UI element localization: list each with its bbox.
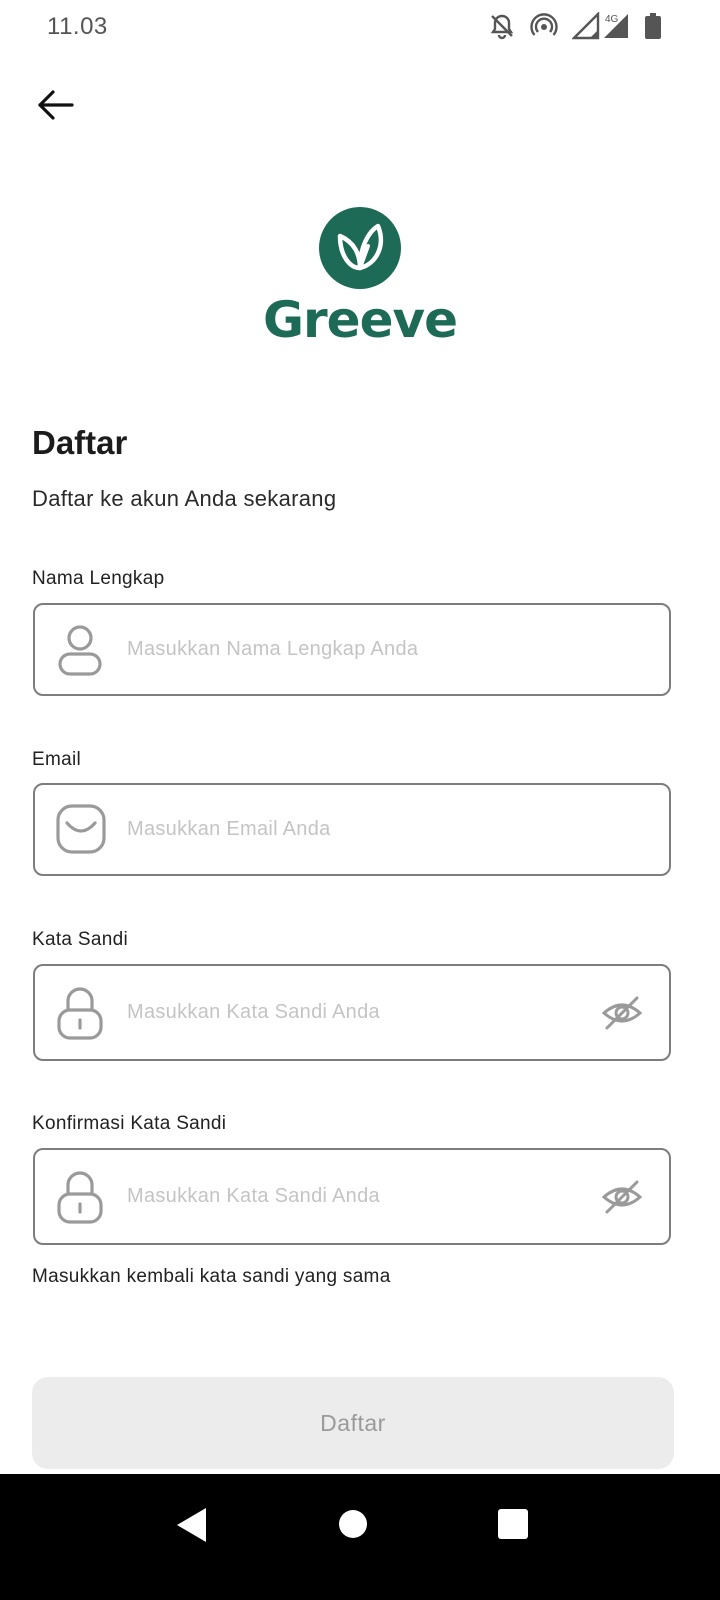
leaf-logo-icon	[318, 206, 402, 295]
signal-4g-icon: 4G	[605, 14, 619, 25]
password-visibility-toggle[interactable]	[601, 994, 643, 1037]
system-nav-bar	[0, 1474, 720, 1600]
back-button[interactable]	[34, 84, 76, 126]
register-button[interactable]: Daftar	[32, 1377, 674, 1469]
page-subtitle: Daftar ke akun Anda sekarang	[32, 486, 337, 511]
mail-icon	[55, 803, 107, 862]
confirm-password-field[interactable]	[33, 1148, 671, 1245]
back-triangle-icon	[177, 1508, 206, 1542]
app-logo: Greeve	[0, 206, 720, 349]
recents-square-icon	[498, 1509, 528, 1539]
person-icon	[55, 623, 105, 684]
home-circle-icon	[339, 1510, 367, 1538]
password-input[interactable]	[127, 966, 599, 1059]
lock-icon	[55, 1170, 105, 1231]
status-icons: 4G	[488, 12, 662, 40]
battery-icon	[644, 12, 662, 40]
email-label: Email	[32, 749, 82, 770]
status-bar: 11.03 4G	[0, 0, 720, 56]
full-name-field[interactable]	[33, 603, 671, 696]
full-name-label: Nama Lengkap	[32, 568, 165, 589]
confirm-password-helper: Masukkan kembali kata sandi yang sama	[32, 1266, 391, 1287]
nav-recents-button[interactable]	[496, 1506, 530, 1546]
lock-icon	[55, 986, 105, 1047]
nav-home-button[interactable]	[338, 1506, 368, 1544]
confirm-password-visibility-toggle[interactable]	[601, 1178, 643, 1221]
hotspot-icon	[530, 12, 558, 40]
notifications-off-icon	[488, 12, 516, 40]
logo-text: Greeve	[262, 291, 458, 349]
signal-icon: 4G	[572, 12, 630, 40]
password-field[interactable]	[33, 964, 671, 1061]
eye-off-icon	[601, 1180, 643, 1214]
nav-back-button[interactable]	[174, 1506, 208, 1549]
email-input[interactable]	[127, 785, 599, 874]
email-field[interactable]	[33, 783, 671, 876]
page-title: Daftar	[32, 424, 128, 461]
confirm-password-input[interactable]	[127, 1150, 599, 1243]
password-label: Kata Sandi	[32, 929, 128, 950]
eye-off-icon	[601, 996, 643, 1030]
status-time: 11.03	[47, 13, 108, 40]
arrow-left-icon	[38, 90, 74, 120]
confirm-password-label: Konfirmasi Kata Sandi	[32, 1113, 227, 1134]
full-name-input[interactable]	[127, 605, 599, 694]
